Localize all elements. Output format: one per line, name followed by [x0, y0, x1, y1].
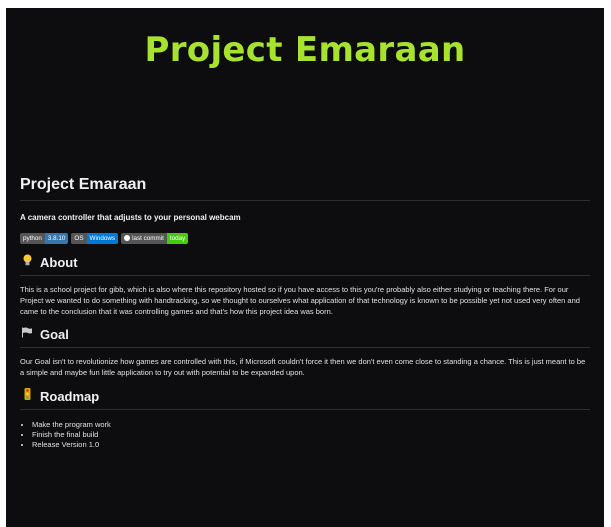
python-badge-label: python — [20, 233, 45, 244]
about-heading: About — [20, 254, 590, 276]
goal-text: Our Goal isn't to revolutionize how game… — [20, 357, 586, 377]
python-badge[interactable]: python 3.8.10 — [20, 233, 69, 244]
github-icon — [124, 234, 131, 241]
roadmap-heading: Roadmap — [20, 388, 590, 410]
traffic-light-icon — [20, 388, 34, 404]
readme-subtitle: A camera controller that adjusts to your… — [20, 213, 241, 222]
readme-content: Project Emaraan A camera controller that… — [20, 176, 590, 450]
about-text: This is a school project for gibb, which… — [20, 285, 580, 316]
list-item: Finish the final build — [32, 430, 590, 440]
goal-heading: Goal — [20, 327, 590, 348]
roadmap-heading-text: Roadmap — [40, 388, 100, 404]
os-badge-value: Windows — [86, 233, 119, 244]
goal-heading-text: Goal — [40, 327, 69, 342]
last-commit-badge[interactable]: last commit today — [121, 233, 189, 244]
last-commit-badge-value: today — [166, 233, 189, 244]
list-item: Release Version 1.0 — [32, 440, 590, 450]
lightbulb-icon — [20, 254, 34, 270]
badge-row: python 3.8.10 OS Windows last commit tod… — [20, 233, 590, 244]
readme-title: Project Emaraan — [20, 176, 590, 201]
roadmap-list: Make the program work Finish the final b… — [20, 420, 590, 450]
python-badge-value: 3.8.10 — [44, 233, 69, 244]
os-badge[interactable]: OS Windows — [71, 233, 119, 244]
os-badge-label: OS — [71, 233, 87, 244]
hero-title: Project Emaraan — [144, 30, 466, 70]
readme-page: Project Emaraan Project Emaraan A camera… — [6, 8, 604, 527]
about-heading-text: About — [40, 254, 78, 270]
list-item: Make the program work — [32, 420, 590, 430]
last-commit-badge-label: last commit — [132, 235, 164, 242]
flag-icon — [20, 327, 34, 342]
